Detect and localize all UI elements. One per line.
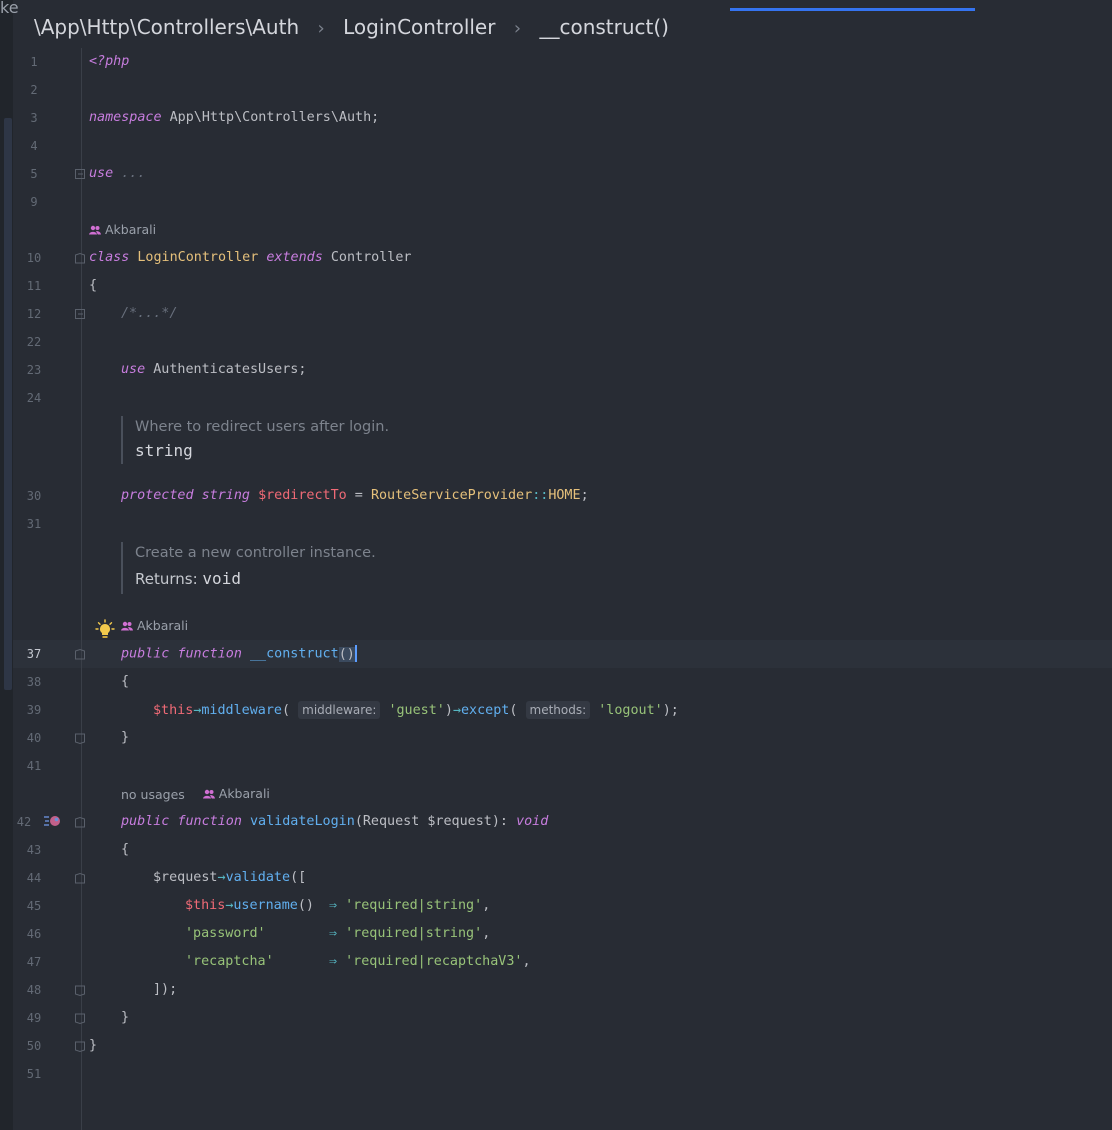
code-line[interactable]: { — [121, 673, 129, 691]
line-number: 22 — [26, 335, 42, 349]
doc-text: Where to redirect users after login. — [135, 419, 390, 435]
breadcrumb-separator-icon: › — [317, 18, 325, 39]
line-number: 46 — [26, 927, 42, 941]
line-number: 49 — [26, 1011, 42, 1025]
breadcrumb-class[interactable]: LoginController — [343, 15, 495, 39]
code-line[interactable]: namespace App\Http\Controllers\Auth; — [89, 109, 379, 127]
line-number: 40 — [26, 731, 42, 745]
tool-window-strip: ke — [0, 0, 19, 1130]
text-caret — [354, 645, 357, 662]
code-line[interactable]: use AuthenticatesUsers; — [121, 361, 306, 379]
code-line-value[interactable]: ⇒ 'required|string', — [329, 925, 490, 943]
code-lens: Akbarali — [89, 222, 170, 238]
doc-returns-label: Returns: — [135, 570, 203, 588]
code-line-current[interactable]: public function __construct() — [121, 645, 357, 664]
line-number: 23 — [26, 363, 42, 377]
usages-lens[interactable]: no usages — [121, 787, 185, 802]
code-lens: no usages Akbarali — [121, 786, 284, 802]
line-number: 47 — [26, 955, 42, 969]
fold-marker-icon[interactable] — [75, 1041, 86, 1052]
parameter-hint: methods: — [525, 701, 591, 719]
fold-marker-icon[interactable] — [75, 169, 86, 180]
line-number: 44 — [26, 871, 42, 885]
line-number: 39 — [26, 703, 42, 717]
breadcrumb-separator-icon: › — [513, 18, 522, 39]
line-number-current: 37 — [26, 647, 42, 661]
code-line[interactable]: /*...*/ — [121, 305, 177, 323]
breadcrumb-namespace[interactable]: \App\Http\Controllers\Auth — [34, 15, 299, 39]
author-lens[interactable]: Akbarali — [89, 222, 156, 237]
people-icon — [121, 621, 133, 630]
breadcrumb: \App\Http\Controllers\Auth › LoginControll… — [34, 15, 669, 39]
fold-marker-icon[interactable] — [75, 253, 86, 264]
line-number: 3 — [30, 111, 38, 125]
code-line[interactable]: public function validateLogin(Request $r… — [121, 813, 548, 831]
line-number: 24 — [26, 391, 42, 405]
code-line[interactable]: use ... — [89, 165, 145, 183]
doc-comment-rendered: Where to redirect users after login. str… — [121, 416, 389, 464]
code-line[interactable]: $this→username() — [185, 897, 322, 915]
fold-marker-icon[interactable] — [75, 733, 86, 744]
doc-type: string — [135, 441, 193, 460]
doc-text: Create a new controller instance. — [135, 545, 376, 561]
lightbulb-icon[interactable] — [95, 619, 115, 643]
line-number: 38 — [26, 675, 42, 689]
line-number: 45 — [26, 899, 42, 913]
gutter-divider — [81, 48, 82, 1130]
code-line[interactable]: } — [121, 729, 129, 747]
code-lens: Akbarali — [121, 618, 202, 634]
line-number: 31 — [26, 517, 42, 531]
people-icon — [202, 789, 215, 798]
parameter-hint: middleware: — [298, 701, 381, 719]
doc-returns-type: void — [202, 569, 241, 588]
line-number: 43 — [26, 843, 42, 857]
code-line[interactable]: } — [121, 1009, 129, 1027]
code-line-value[interactable]: ⇒ 'required|recaptchaV3', — [329, 953, 531, 971]
scroll-marker — [4, 118, 12, 690]
code-line[interactable]: { — [121, 841, 129, 859]
line-number: 11 — [26, 279, 42, 293]
run-gutter-icon[interactable] — [44, 813, 62, 832]
line-number: 10 — [26, 251, 42, 265]
code-line[interactable]: protected string $redirectTo = RouteServ… — [121, 487, 589, 505]
code-line[interactable]: <?php — [89, 53, 129, 71]
line-number: 48 — [26, 983, 42, 997]
breadcrumb-method[interactable]: __construct() — [539, 15, 669, 39]
code-line[interactable]: { — [89, 277, 97, 295]
code-line[interactable]: $request→validate([ — [153, 869, 306, 887]
author-lens[interactable]: Akbarali — [121, 618, 188, 633]
line-number: 42 — [16, 815, 32, 829]
folded-imports[interactable]: ... — [113, 166, 145, 181]
clipped-window-title: ke — [0, 0, 19, 17]
fold-marker-icon[interactable] — [75, 873, 86, 884]
fold-marker-icon[interactable] — [75, 309, 86, 320]
fold-marker-icon[interactable] — [75, 985, 86, 996]
code-line[interactable]: class LoginController extends Controller — [89, 249, 412, 267]
fold-marker-icon[interactable] — [75, 1013, 86, 1024]
code-line[interactable]: 'password' — [185, 925, 266, 943]
folded-comment[interactable]: /*...*/ — [121, 306, 177, 321]
line-number: 5 — [30, 167, 38, 181]
line-number: 1 — [30, 55, 38, 69]
line-number: 12 — [26, 307, 42, 321]
active-tab-indicator — [730, 8, 975, 11]
author-lens[interactable]: Akbarali — [202, 786, 270, 801]
fold-marker-icon[interactable] — [75, 817, 86, 828]
code-line-value[interactable]: ⇒ 'required|string', — [329, 897, 490, 915]
line-number: 9 — [30, 195, 38, 209]
line-number: 4 — [30, 139, 38, 153]
code-line[interactable]: } — [89, 1037, 97, 1055]
matched-parens: () — [338, 646, 355, 662]
line-number: 2 — [30, 83, 38, 97]
people-icon — [89, 225, 101, 234]
line-number: 30 — [26, 489, 42, 503]
line-number: 41 — [26, 759, 42, 773]
fold-marker-icon[interactable] — [75, 649, 86, 660]
code-line[interactable]: $this→middleware( middleware: 'guest')→e… — [153, 701, 679, 720]
line-number: 50 — [26, 1039, 42, 1053]
code-line[interactable]: ]); — [153, 981, 177, 999]
code-line[interactable]: 'recaptcha' — [185, 953, 274, 971]
doc-comment-rendered: Create a new controller instance. Return… — [121, 542, 376, 594]
line-number: 51 — [26, 1067, 42, 1081]
